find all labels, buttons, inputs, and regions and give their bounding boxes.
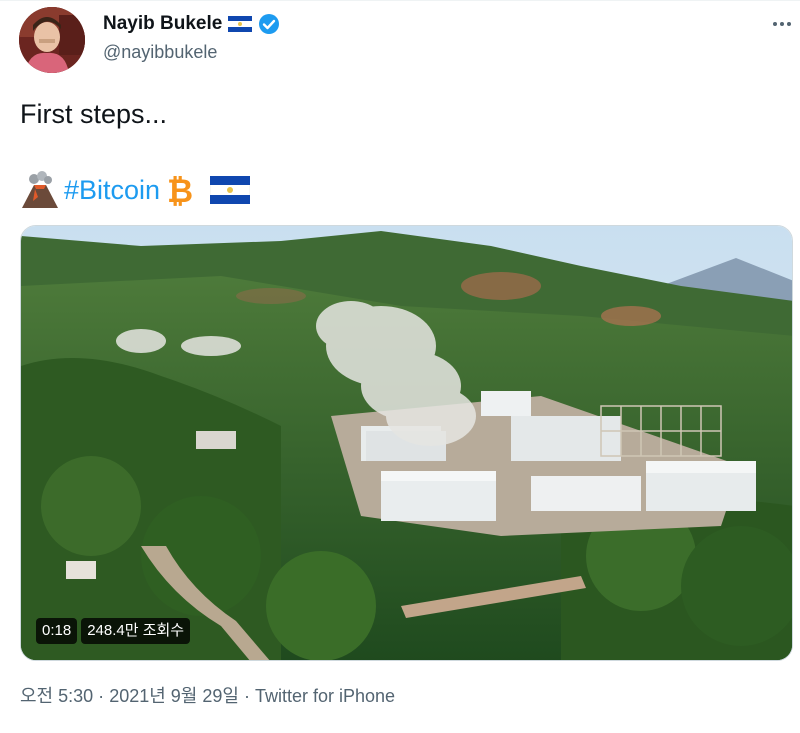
el-salvador-flag-emoji (210, 176, 251, 204)
author-name-row[interactable]: Nayib Bukele (103, 12, 280, 36)
bitcoin-hashtag-link[interactable]: #Bitcoin (64, 170, 160, 210)
el-salvador-flag-icon (228, 16, 253, 32)
bitcoin-emoji: ₿ (167, 172, 193, 208)
geothermal-plant-video-thumbnail (21, 226, 792, 660)
video-view-count: 248.4만 조회수 (81, 618, 191, 644)
author-display-name[interactable]: Nayib Bukele (103, 12, 222, 36)
meta-separator: · (98, 686, 105, 706)
verified-badge-icon (259, 14, 280, 34)
more-dots-icon (773, 22, 791, 26)
avatar[interactable] (19, 7, 85, 73)
tweet-meta: 오전 5:30 · 2021년 9월 29일 · Twitter for iPh… (20, 684, 395, 708)
tweet-text-line2: #Bitcoin ₿ (20, 170, 251, 210)
video-duration: 0:18 (36, 618, 78, 644)
avatar-image (19, 7, 85, 73)
svg-text:₿: ₿ (167, 172, 193, 208)
tweet-text: First steps... (20, 99, 168, 129)
meta-separator: · (243, 686, 250, 706)
tweet-video[interactable] (20, 225, 793, 661)
volcano-emoji (22, 171, 58, 208)
author-handle[interactable]: @nayibbukele (103, 40, 217, 64)
more-options-button[interactable] (770, 12, 794, 36)
tweet-date[interactable]: 2021년 9월 29일 (109, 686, 239, 706)
video-badge: 0:18 248.4만 조회수 (36, 618, 191, 644)
tweet-source-link[interactable]: Twitter for iPhone (255, 686, 395, 706)
tweet-time[interactable]: 오전 5:30 (20, 686, 93, 706)
top-divider (0, 0, 800, 1)
